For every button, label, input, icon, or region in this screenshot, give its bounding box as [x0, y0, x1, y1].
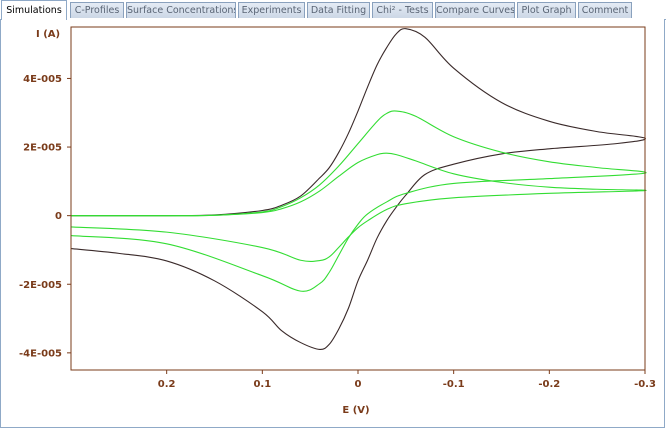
y-axis-label: I (A) — [36, 29, 60, 40]
series-line-3 — [70, 152, 647, 263]
chart-axes: 4E-005 2E-005 0 -2E-005 -4E-005 0.2 0.1 0 -0.1 -0… — [19, 26, 656, 390]
x-tick-label: -0.2 — [538, 379, 560, 390]
y-tick-label: 0 — [55, 211, 62, 222]
cv-chart: 4E-005 2E-005 0 -2E-005 -4E-005 0.2 0.1 0 -0.1 -0… — [19, 26, 656, 416]
series-line-2 — [70, 110, 647, 292]
series-line-1 — [70, 28, 646, 350]
tab-simulations[interactable]: Simulations — [1, 0, 67, 20]
x-tick-label: 0.1 — [253, 379, 271, 390]
y-tick-label: -4E-005 — [19, 348, 62, 359]
y-tick-label: 2E-005 — [23, 143, 62, 154]
x-tick-label: 0 — [355, 379, 362, 390]
x-tick-label: 0.2 — [158, 379, 176, 390]
y-tick-label: 4E-005 — [23, 74, 62, 85]
plot-frame — [70, 26, 646, 371]
x-tick-label: -0.1 — [443, 379, 465, 390]
y-tick-label: -2E-005 — [19, 280, 62, 291]
x-tick-label: -0.3 — [634, 379, 656, 390]
plot-lines — [70, 28, 647, 350]
x-axis-label: E (V) — [342, 405, 369, 416]
simulation-window: Simulations C-Profiles Surface Concentra… — [0, 0, 666, 429]
